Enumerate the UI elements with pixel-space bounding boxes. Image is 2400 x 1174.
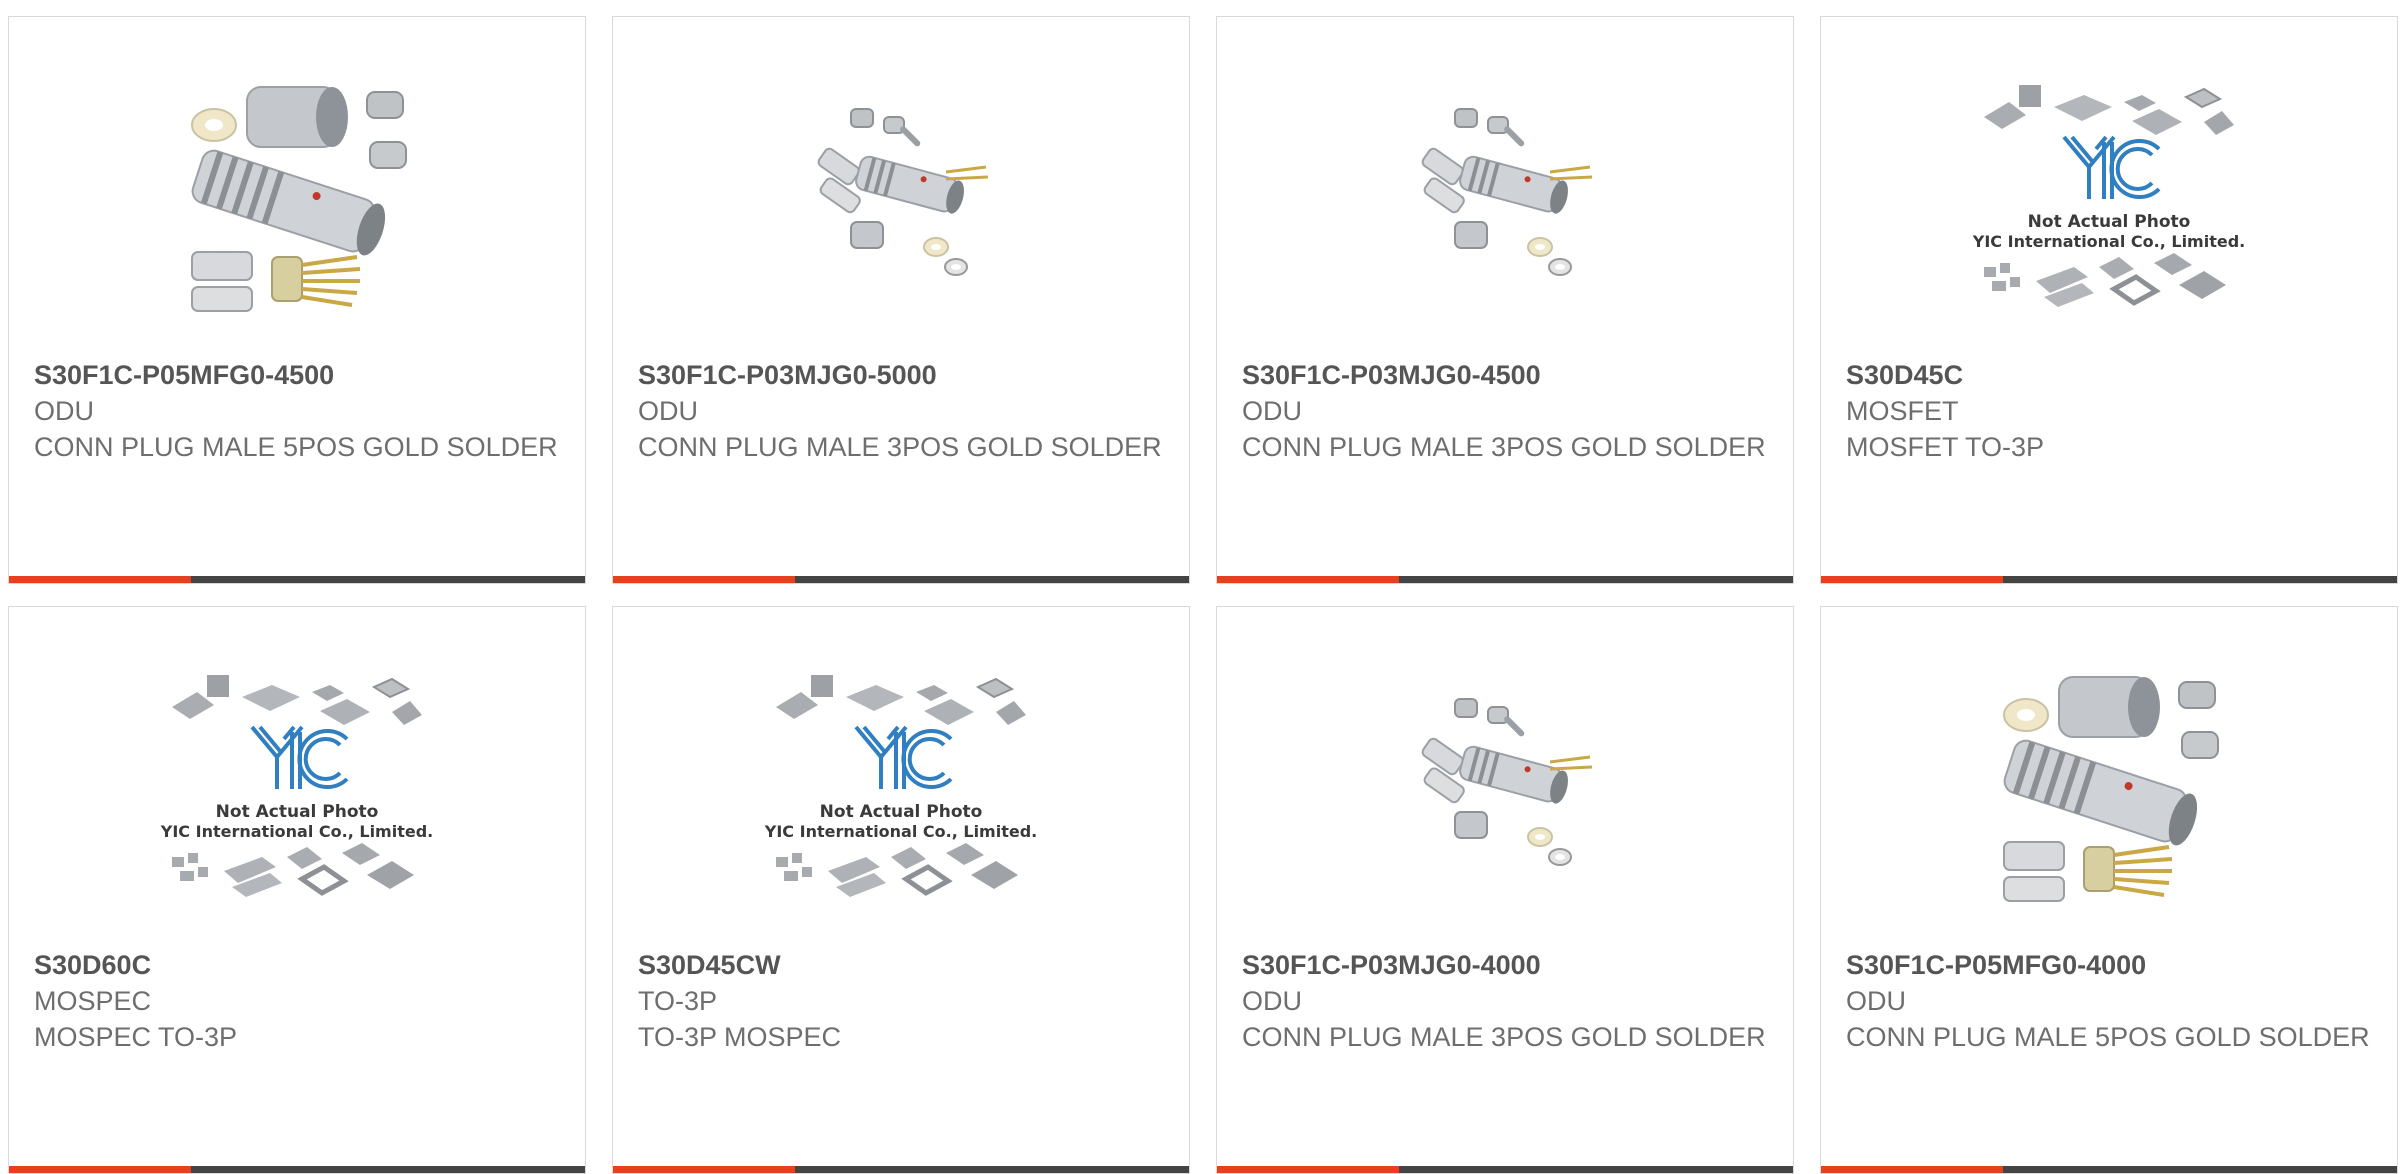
svg-text:YIC International Co., Limited: YIC International Co., Limited.	[1972, 232, 2245, 251]
part-number-link[interactable]: S30D60C	[34, 947, 565, 983]
description: MOSPEC TO-3P	[34, 1022, 238, 1052]
card-accent-bar	[9, 576, 585, 583]
product-card[interactable]: S30F1C-P03MJG0-4000 ODU CONN PLUG MALE 3PO…	[1216, 606, 1794, 1174]
product-grid: S30F1C-P05MFG0-4500 ODU CONN PLUG MALE 5PO…	[8, 16, 2400, 1174]
connector-3pos-icon	[1421, 698, 1593, 866]
product-info: S30F1C-P03MJG0-5000 ODU CONN PLUG MALE 3PO…	[638, 357, 1169, 465]
product-card[interactable]: S30F1C-P03MJG0-4500 ODU CONN PLUG MALE 3PO…	[1216, 16, 1794, 584]
part-number-link[interactable]: S30F1C-P03MJG0-4000	[1242, 947, 1773, 983]
description: CONN PLUG MALE 5POS GOLD SOLDER	[1846, 1022, 2370, 1052]
part-number-link[interactable]: S30F1C-P05MFG0-4000	[1846, 947, 2377, 983]
card-accent-bar	[613, 576, 1189, 583]
card-accent-bar	[1821, 1166, 2397, 1173]
description: CONN PLUG MALE 3POS GOLD SOLDER	[638, 432, 1162, 462]
product-image[interactable]	[1964, 657, 2254, 917]
description: CONN PLUG MALE 5POS GOLD SOLDER	[34, 432, 558, 462]
accent-fill	[9, 576, 191, 583]
manufacturer: ODU	[1242, 396, 1302, 426]
accent-fill	[1217, 576, 1399, 583]
accent-fill	[9, 1166, 191, 1173]
accent-fill	[613, 1166, 795, 1173]
card-accent-bar	[613, 1166, 1189, 1173]
svg-text:YIC International Co., Limited: YIC International Co., Limited.	[160, 822, 433, 841]
connector-5pos-icon	[191, 86, 407, 312]
product-info: S30F1C-P03MJG0-4500 ODU CONN PLUG MALE 3PO…	[1242, 357, 1773, 465]
part-number-link[interactable]: S30D45CW	[638, 947, 1169, 983]
product-card[interactable]: Not Actual Photo YIC International Co., …	[1820, 16, 2398, 584]
description: CONN PLUG MALE 3POS GOLD SOLDER	[1242, 432, 1766, 462]
manufacturer: ODU	[1846, 986, 1906, 1016]
card-accent-bar	[9, 1166, 585, 1173]
card-accent-bar	[1217, 1166, 1793, 1173]
product-image[interactable]	[152, 67, 442, 327]
product-info: S30D45CW TO-3P TO-3P MOSPEC	[638, 947, 1169, 1055]
placeholder-photo-icon: Not Actual Photo YIC International Co., …	[764, 675, 1037, 897]
product-card[interactable]: S30F1C-P05MFG0-4000 ODU CONN PLUG MALE 5PO…	[1820, 606, 2398, 1174]
placeholder-photo-icon: Not Actual Photo YIC International Co., …	[160, 675, 433, 897]
card-accent-bar	[1821, 576, 2397, 583]
part-number-link[interactable]: S30F1C-P03MJG0-4500	[1242, 357, 1773, 393]
card-accent-bar	[1217, 576, 1793, 583]
manufacturer: ODU	[34, 396, 94, 426]
product-card[interactable]: S30F1C-P03MJG0-5000 ODU CONN PLUG MALE 3PO…	[612, 16, 1190, 584]
product-image[interactable]	[1360, 657, 1650, 917]
svg-text:Not Actual Photo: Not Actual Photo	[216, 802, 379, 822]
part-number-link[interactable]: S30F1C-P03MJG0-5000	[638, 357, 1169, 393]
product-image[interactable]: Not Actual Photo YIC International Co., …	[152, 657, 442, 917]
connector-3pos-icon	[817, 108, 989, 276]
product-image[interactable]: Not Actual Photo YIC International Co., …	[756, 657, 1046, 917]
product-card[interactable]: Not Actual Photo YIC International Co., …	[612, 606, 1190, 1174]
connector-5pos-icon	[2003, 676, 2219, 902]
description: MOSFET TO-3P	[1846, 432, 2045, 462]
product-image[interactable]	[1360, 67, 1650, 327]
accent-fill	[1217, 1166, 1399, 1173]
accent-fill	[613, 576, 795, 583]
product-info: S30F1C-P03MJG0-4000 ODU CONN PLUG MALE 3PO…	[1242, 947, 1773, 1055]
description: TO-3P MOSPEC	[638, 1022, 842, 1052]
product-card[interactable]: Not Actual Photo YIC International Co., …	[8, 606, 586, 1174]
product-image[interactable]	[756, 67, 1046, 327]
product-image[interactable]: Not Actual Photo YIC International Co., …	[1964, 67, 2254, 327]
manufacturer: ODU	[1242, 986, 1302, 1016]
accent-fill	[1821, 576, 2003, 583]
product-card[interactable]: S30F1C-P05MFG0-4500 ODU CONN PLUG MALE 5PO…	[8, 16, 586, 584]
svg-text:Not Actual Photo: Not Actual Photo	[2028, 212, 2191, 232]
accent-fill	[1821, 1166, 2003, 1173]
manufacturer: ODU	[638, 396, 698, 426]
placeholder-photo-icon: Not Actual Photo YIC International Co., …	[1972, 85, 2245, 307]
product-info: S30D45C MOSFET MOSFET TO-3P	[1846, 357, 2377, 465]
product-info: S30F1C-P05MFG0-4500 ODU CONN PLUG MALE 5PO…	[34, 357, 565, 465]
manufacturer: MOSPEC	[34, 986, 152, 1016]
manufacturer: MOSFET	[1846, 396, 1959, 426]
svg-text:Not Actual Photo: Not Actual Photo	[820, 802, 983, 822]
manufacturer: TO-3P	[638, 986, 718, 1016]
connector-3pos-icon	[1421, 108, 1593, 276]
description: CONN PLUG MALE 3POS GOLD SOLDER	[1242, 1022, 1766, 1052]
svg-text:YIC International Co., Limited: YIC International Co., Limited.	[764, 822, 1037, 841]
product-info: S30F1C-P05MFG0-4000 ODU CONN PLUG MALE 5PO…	[1846, 947, 2377, 1055]
part-number-link[interactable]: S30D45C	[1846, 357, 2377, 393]
product-info: S30D60C MOSPEC MOSPEC TO-3P	[34, 947, 565, 1055]
part-number-link[interactable]: S30F1C-P05MFG0-4500	[34, 357, 565, 393]
